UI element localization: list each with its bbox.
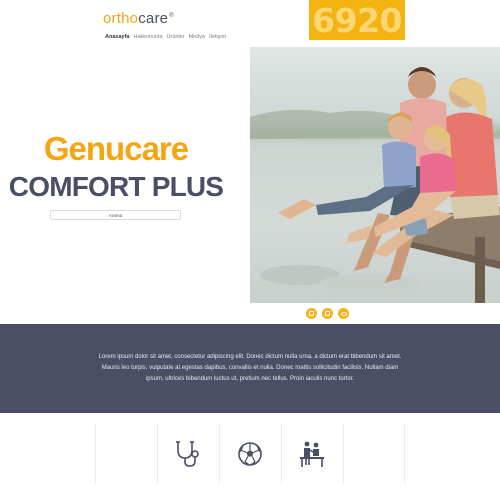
physiotherapy-icon	[300, 441, 325, 467]
nav-item-media[interactable]: Medya	[189, 34, 206, 40]
feature-icons-row	[95, 424, 405, 484]
hero-title-product: COMFORT PLUS	[8, 171, 224, 202]
feature-physiotherapy[interactable]	[280, 424, 343, 484]
logo[interactable]: orthocare®	[103, 10, 174, 27]
intro-band: Lorem ipsum dolor sit amet, consectetur …	[0, 324, 500, 413]
logo-text-ortho: ortho	[103, 10, 139, 27]
nav-item-contact[interactable]: İletişim	[209, 34, 226, 40]
nav-item-home[interactable]: Anasayfa	[105, 34, 129, 40]
feature-sports[interactable]	[218, 424, 281, 484]
search-input[interactable]	[50, 210, 181, 220]
logo-text-care: care	[138, 10, 169, 27]
logo-registered-mark: ®	[169, 13, 174, 19]
slider-dot-2[interactable]	[322, 308, 333, 319]
feature-stethoscope[interactable]	[156, 424, 219, 484]
nav-item-products[interactable]: Ürünler	[167, 34, 185, 40]
intro-text: Lorem ipsum dolor sit amet, consectetur …	[98, 354, 402, 382]
family-on-pier-illustration	[250, 67, 500, 303]
slider-dot-3[interactable]	[338, 308, 349, 319]
slider-dot-1[interactable]	[306, 308, 317, 319]
promo-number-banner[interactable]: 6920	[309, 0, 405, 40]
slider-controls	[306, 308, 349, 319]
stethoscope-icon	[176, 441, 200, 467]
feature-empty-left	[95, 424, 157, 484]
hero-family-photo	[250, 47, 500, 303]
soccer-ball-icon	[238, 442, 263, 466]
main-nav: Anasayfa Hakkımızda Ürünler Medya İletiş…	[105, 34, 226, 40]
hero-title-brand: Genucare	[43, 130, 189, 167]
feature-empty-right	[342, 424, 405, 484]
nav-item-about[interactable]: Hakkımızda	[133, 34, 162, 40]
hero-text-panel: Genucare COMFORT PLUS	[0, 48, 250, 303]
